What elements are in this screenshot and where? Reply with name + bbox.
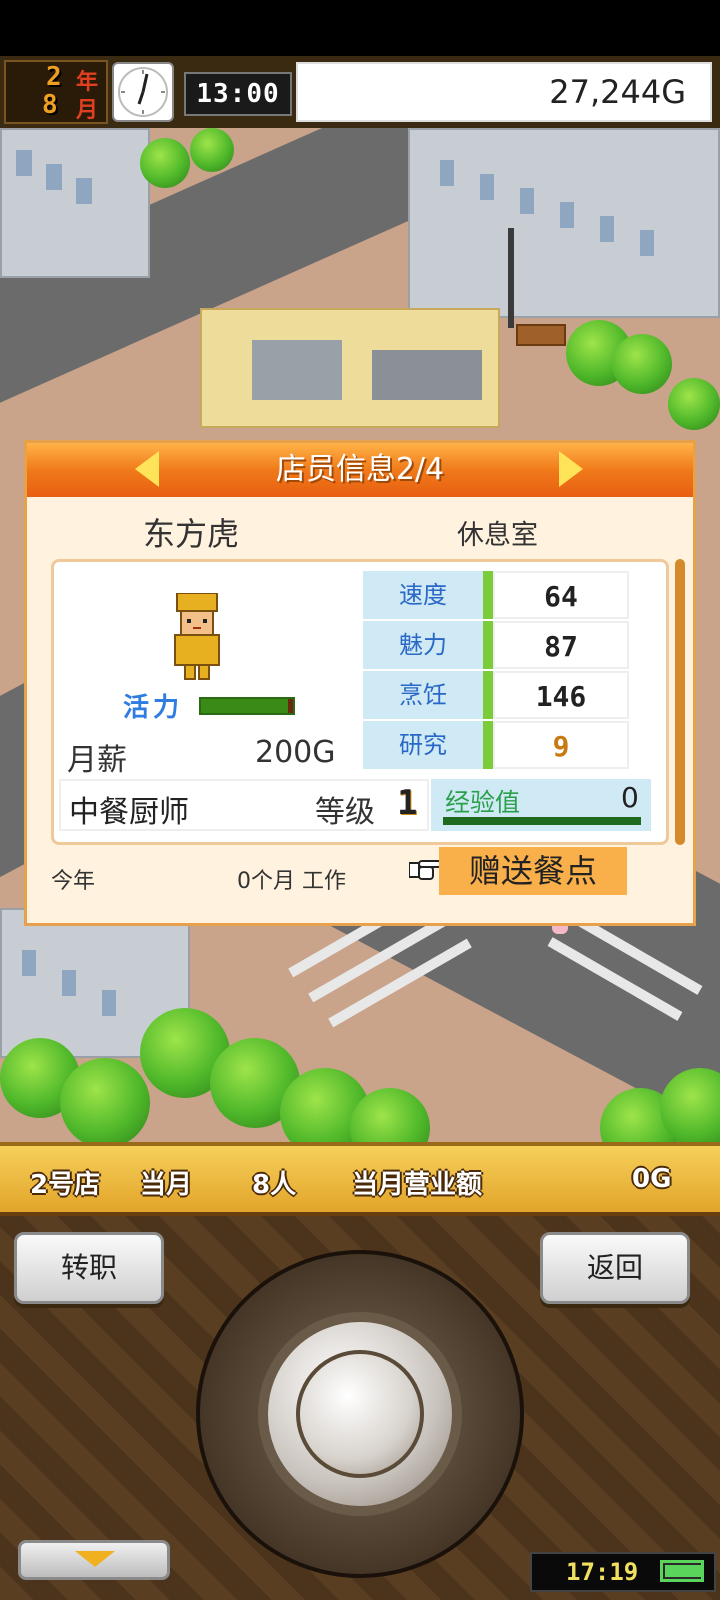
street-lamp xyxy=(508,228,514,328)
gift-meal-button[interactable]: 赠送餐点 xyxy=(439,847,627,895)
dpad-center-button[interactable] xyxy=(296,1350,424,1478)
next-arrow-icon[interactable] xyxy=(559,451,583,487)
battery-icon xyxy=(660,1560,704,1582)
game-time: 13:00 xyxy=(184,72,292,116)
stat-divider xyxy=(483,671,493,719)
staff-location: 休息室 xyxy=(457,520,538,551)
stat-value: 64 xyxy=(493,571,629,619)
year-label: 今年 xyxy=(51,869,96,894)
month-value: 8 xyxy=(42,90,58,120)
dialog-title: 店员信息2/4 xyxy=(275,452,445,487)
clock-icon xyxy=(112,62,174,122)
back-button[interactable]: 返回 xyxy=(540,1232,690,1304)
month-unit: 月 xyxy=(76,98,99,123)
tree xyxy=(190,128,234,172)
stat-label: 速度 xyxy=(363,571,483,619)
tree xyxy=(60,1058,150,1148)
stat-label: 研究 xyxy=(363,721,483,769)
stat-divider xyxy=(483,621,493,669)
battery-fill xyxy=(665,1565,701,1577)
this-month-label: 当月 xyxy=(140,1170,193,1200)
year-value: 2 xyxy=(46,62,62,92)
scrollbar-thumb[interactable] xyxy=(675,559,685,845)
transfer-job-button[interactable]: 转职 xyxy=(14,1232,164,1304)
salary-value: 200G xyxy=(255,735,336,770)
stat-row-charm: 魅力 87 xyxy=(363,621,629,669)
stat-row-speed: 速度 64 xyxy=(363,571,629,619)
staff-name: 东方虎 xyxy=(143,515,240,553)
exp-value: 0 xyxy=(621,781,639,814)
restaurant-kitchen[interactable] xyxy=(200,308,500,428)
monthly-sales-value: 0G xyxy=(632,1164,672,1194)
bench xyxy=(516,324,566,346)
stat-value: 87 xyxy=(493,621,629,669)
tree xyxy=(668,378,720,430)
stat-divider xyxy=(483,721,493,769)
stat-label: 烹饪 xyxy=(363,671,483,719)
building-topleft xyxy=(0,128,150,278)
date-display: 2 年 8 月 xyxy=(4,60,108,124)
job-box: 中餐厨师 等级 1 xyxy=(59,779,429,831)
job-name: 中餐厨师 xyxy=(69,795,189,830)
staff-count: 8人 xyxy=(252,1170,297,1200)
store-info-bar: 2号店 当月 8人 当月营业额 0G xyxy=(0,1142,720,1216)
stat-label: 魅力 xyxy=(363,621,483,669)
salary-label: 月薪 xyxy=(67,743,127,778)
chef-sprite-icon xyxy=(167,592,227,683)
exp-bar xyxy=(443,817,641,825)
monthly-sales-label: 当月营业额 xyxy=(352,1170,483,1200)
tree xyxy=(140,138,190,188)
level-label: 等级 xyxy=(315,795,375,830)
stat-value: 9 xyxy=(493,721,629,769)
vitality-label: 活力 xyxy=(123,693,184,723)
stat-row-research: 研究 9 xyxy=(363,721,629,769)
store-number: 2号店 xyxy=(30,1170,101,1200)
work-months: 0个月 工作 xyxy=(237,869,346,894)
building-topright xyxy=(408,128,720,318)
prev-arrow-icon[interactable] xyxy=(135,451,159,487)
vitality-fill xyxy=(201,699,289,713)
menu-toggle-button[interactable] xyxy=(18,1540,170,1580)
chevron-down-icon xyxy=(75,1551,115,1567)
stat-value: 146 xyxy=(493,671,629,719)
stat-row-cooking: 烹饪 146 xyxy=(363,671,629,719)
stat-divider xyxy=(483,571,493,619)
level-value: 1 xyxy=(397,783,418,823)
vitality-bar xyxy=(199,697,295,715)
pointing-hand-icon xyxy=(408,857,443,881)
exp-label: 经验值 xyxy=(445,788,521,817)
exp-box: 经验值 0 xyxy=(431,779,651,831)
staff-info-dialog: 店员信息2/4 东方虎 休息室 活力 月薪 200G 速度 64 魅力 87 烹… xyxy=(24,440,696,926)
money-display: 27,244G xyxy=(296,62,712,122)
tree xyxy=(612,334,672,394)
